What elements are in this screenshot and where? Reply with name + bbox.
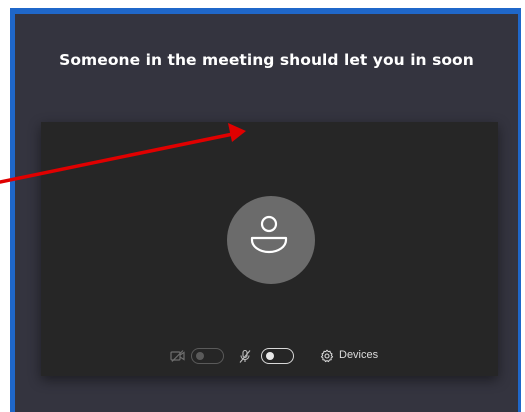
- annotation-arrow: [0, 123, 246, 184]
